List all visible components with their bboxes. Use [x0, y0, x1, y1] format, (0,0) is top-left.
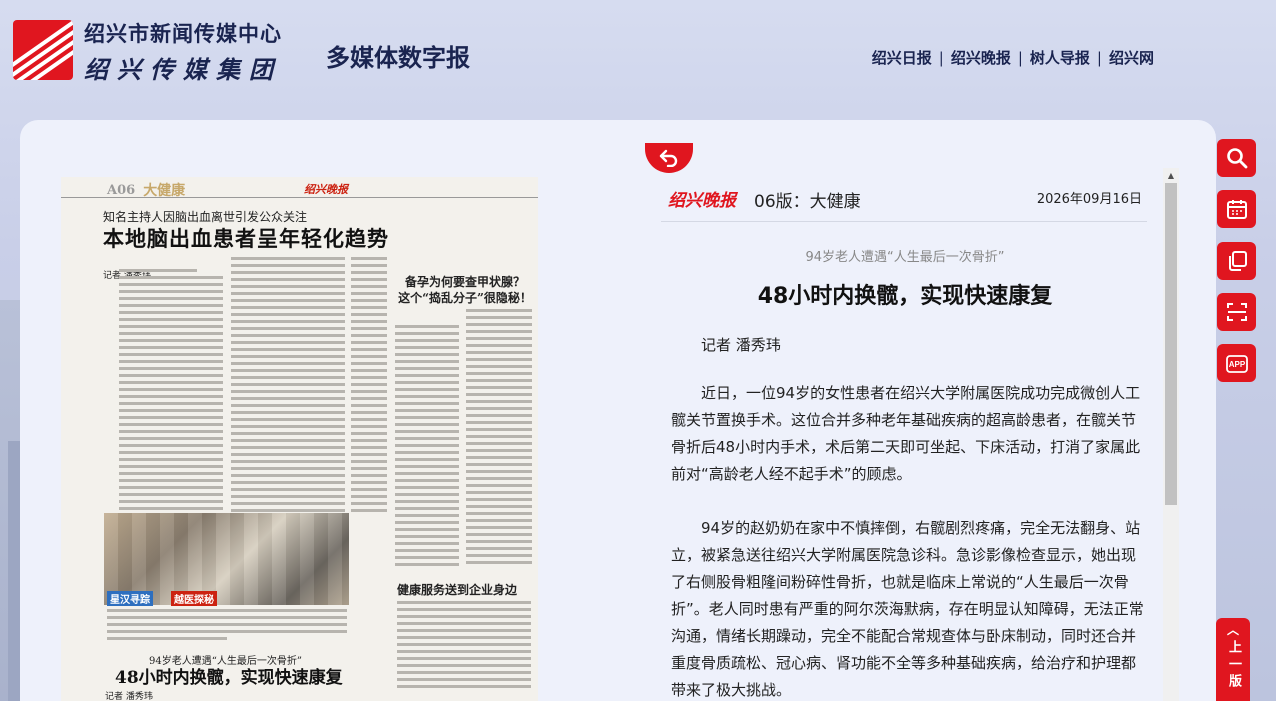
- calendar-button[interactable]: [1217, 190, 1256, 228]
- article-body: 94岁老人遭遇“人生最后一次骨折” 48小时内换髋，实现快速康复 记者 潘秀玮 …: [661, 240, 1149, 701]
- text-column-1: [119, 269, 223, 517]
- photo-caption-lines: [107, 609, 347, 640]
- sub-article-headline[interactable]: 48小时内换髋，实现快速康复: [115, 663, 343, 688]
- up-arrow-icon: ︿: [1226, 623, 1239, 637]
- search-icon: [1226, 148, 1247, 169]
- scroll-up-arrow-icon[interactable]: ▲: [1163, 168, 1179, 182]
- calendar-icon: [1226, 200, 1247, 219]
- text-column-5: [466, 309, 532, 564]
- text-column-2: [231, 257, 345, 512]
- article-scrollbar[interactable]: ▲: [1163, 168, 1179, 701]
- nav-separator: |: [938, 48, 944, 67]
- previous-page-button[interactable]: ︿ 上一版: [1216, 618, 1250, 701]
- article-author: 记者 潘秀玮: [701, 336, 781, 354]
- article-header: 绍兴晚报 06版：大健康 2026年09月16日: [661, 180, 1147, 222]
- newspaper-page-image[interactable]: A06 大健康 绍兴晚报 知名主持人因脑出血离世引发公众关注 本地脑出血患者呈年…: [61, 177, 538, 701]
- group-name: 绍兴传媒集团: [84, 55, 282, 84]
- newspaper-nav: 绍兴日报 | 绍兴晚报 | 树人导报 | 绍兴网: [872, 47, 1154, 68]
- article-title: 48小时内换髋，实现快速康复: [757, 284, 1053, 309]
- article-kicker: 94岁老人遭遇“人生最后一次骨折”: [805, 250, 1005, 265]
- photo-caption-a: 星汉寻踪: [107, 591, 153, 606]
- copy-icon: [1228, 251, 1247, 271]
- side-article-title-2[interactable]: 健康服务送到企业身边: [397, 581, 537, 598]
- text-column-6: [397, 601, 531, 688]
- copy-button[interactable]: [1217, 242, 1256, 280]
- app-label: APP: [1228, 360, 1245, 369]
- nav-shaoxing-daily[interactable]: 绍兴日报: [872, 47, 932, 68]
- media-center-logo-icon[interactable]: [13, 20, 73, 80]
- scan-icon: [1226, 303, 1247, 321]
- page-brand: 绍兴晚报: [304, 183, 348, 196]
- site-title: 多媒体数字报: [326, 43, 470, 72]
- org-name: 绍兴市新闻传媒中心: [84, 21, 282, 46]
- org-logo-text: 绍兴市新闻传媒中心 绍兴传媒集团: [84, 18, 282, 85]
- side-article-title[interactable]: 备孕为何要查甲状腺？ 这个“捣乱分子”很隐秘！: [395, 274, 535, 306]
- nav-separator: |: [1017, 48, 1023, 67]
- photo-caption-b: 越医探秘: [171, 591, 217, 606]
- article-paragraph: 94岁的赵奶奶在家中不慎摔倒，右髋剧烈疼痛，完全无法翻身、站立，被紧急送往绍兴大…: [671, 519, 1144, 699]
- previous-page-label: 上一版: [1226, 640, 1241, 691]
- article-brand-logo: 绍兴晚报: [668, 191, 736, 211]
- search-button[interactable]: [1217, 139, 1256, 177]
- nav-shaoxing-net[interactable]: 绍兴网: [1109, 47, 1154, 68]
- nav-shuren-herald[interactable]: 树人导报: [1030, 47, 1090, 68]
- app-icon: APP: [1225, 355, 1248, 373]
- lead-headline[interactable]: 本地脑出血患者呈年轻化趋势: [103, 223, 389, 253]
- site-header: 绍兴市新闻传媒中心 绍兴传媒集团 多媒体数字报 绍兴日报 | 绍兴晚报 | 树人…: [0, 0, 1276, 110]
- nav-separator: |: [1096, 48, 1102, 67]
- page-number: A06: [107, 182, 136, 198]
- page-rule: [61, 197, 538, 198]
- sub-article-byline: 记者 潘秀玮: [105, 692, 153, 701]
- article-section: 06版：大健康: [754, 192, 861, 212]
- text-column-3: [351, 257, 387, 512]
- return-arrow-icon: [659, 149, 678, 167]
- nav-shaoxing-evening[interactable]: 绍兴晚报: [951, 47, 1011, 68]
- article-paragraph: 近日，一位94岁的女性患者在绍兴大学附属医院成功完成微创人工髋关节置换手术。这位…: [671, 384, 1141, 483]
- scan-button[interactable]: [1217, 293, 1256, 331]
- article-date: 2026年09月16日: [1036, 192, 1142, 207]
- scroll-thumb[interactable]: [1165, 183, 1177, 505]
- text-column-4: [395, 325, 459, 566]
- app-button[interactable]: APP: [1217, 344, 1256, 382]
